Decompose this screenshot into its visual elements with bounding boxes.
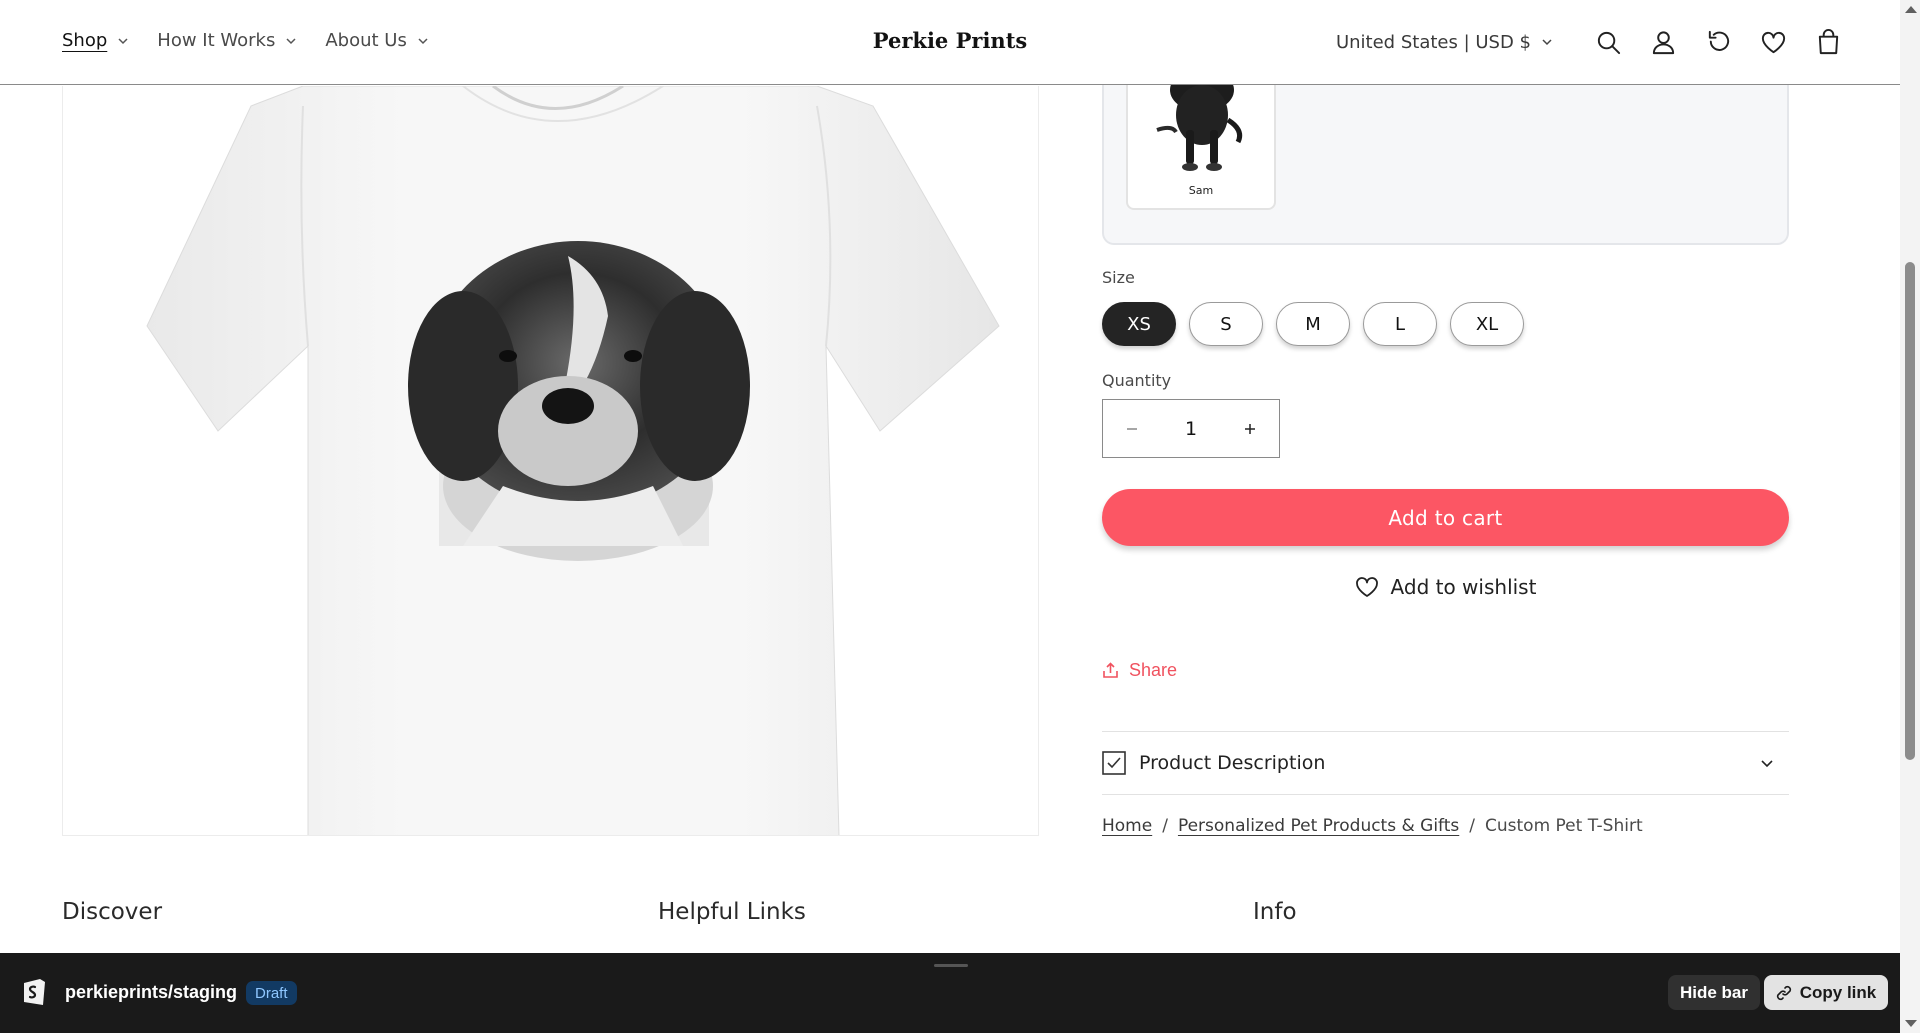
- preview-bar: perkieprints/staging Draft Hide bar Copy…: [0, 953, 1900, 1033]
- chevron-down-icon: [1761, 760, 1773, 768]
- hide-bar-button[interactable]: Hide bar: [1668, 975, 1760, 1010]
- minus-icon: [1127, 427, 1137, 430]
- pet-selector-panel: Sam: [1102, 70, 1789, 245]
- chevron-down-icon: [118, 37, 128, 44]
- drag-handle[interactable]: [934, 964, 968, 967]
- account-button[interactable]: [1636, 22, 1691, 62]
- search-icon: [1597, 31, 1621, 54]
- status-badge: Draft: [246, 981, 297, 1005]
- currency-label: United States | USD $: [1335, 31, 1531, 53]
- breadcrumb-current: Custom Pet T-Shirt: [1485, 816, 1643, 836]
- checkbox-icon: [1102, 751, 1126, 775]
- scroll-thumb[interactable]: [1905, 262, 1915, 760]
- size-option-xl[interactable]: XL: [1450, 302, 1524, 346]
- copy-link-button[interactable]: Copy link: [1764, 975, 1888, 1010]
- site-header: Shop How It Works About Us Perkie Prints…: [0, 0, 1900, 85]
- quantity-increase-button[interactable]: [1221, 400, 1279, 457]
- size-option-s[interactable]: S: [1189, 302, 1263, 346]
- share-label: Share: [1129, 660, 1178, 680]
- nav-how-it-works[interactable]: How It Works: [157, 30, 297, 51]
- footer-heading-helpful-links[interactable]: Helpful Links: [658, 899, 806, 925]
- account-icon: [1652, 30, 1675, 54]
- breadcrumb-separator: /: [1469, 816, 1475, 836]
- cart-icon: [1818, 28, 1839, 54]
- size-option-l[interactable]: L: [1363, 302, 1437, 346]
- store-name: perkieprints/staging: [65, 982, 238, 1002]
- page-scrollbar[interactable]: [1900, 0, 1920, 1033]
- search-button[interactable]: [1581, 22, 1636, 62]
- quantity-decrease-button[interactable]: [1103, 400, 1161, 457]
- pet-name: Sam: [1188, 184, 1214, 197]
- copy-link-label: Copy link: [1799, 982, 1877, 1002]
- shopify-logo: [24, 979, 45, 1005]
- quantity-label: Quantity: [1102, 371, 1172, 390]
- footer-heading-discover[interactable]: Discover: [62, 899, 162, 925]
- pet-card[interactable]: Sam: [1126, 70, 1276, 210]
- size-option-m[interactable]: M: [1276, 302, 1350, 346]
- heart-icon: [1761, 31, 1786, 53]
- tshirt-image: [146, 86, 1000, 835]
- breadcrumb: Home / Personalized Pet Products & Gifts…: [1102, 816, 1643, 836]
- chevron-down-icon: [418, 37, 428, 44]
- add-to-wishlist-button[interactable]: Add to wishlist: [1102, 572, 1789, 602]
- main-nav: Shop How It Works About Us: [62, 30, 457, 51]
- link-icon: [1776, 985, 1791, 1000]
- nav-about-us[interactable]: About Us: [325, 30, 429, 51]
- product-description-label: Product Description: [1139, 752, 1326, 774]
- share-button[interactable]: Share: [1102, 660, 1177, 681]
- add-to-cart-button[interactable]: Add to cart: [1102, 489, 1789, 546]
- breadcrumb-separator: /: [1162, 816, 1168, 836]
- reorder-icon: [1708, 30, 1730, 51]
- pet-thumbnail: [1156, 70, 1243, 171]
- breadcrumb-home[interactable]: Home: [1102, 816, 1152, 836]
- share-icon: [1103, 662, 1118, 678]
- size-option-xs[interactable]: XS: [1102, 302, 1176, 346]
- nav-shop-label: Shop: [62, 30, 108, 51]
- cart-button[interactable]: [1801, 22, 1856, 62]
- wishlist-header-button[interactable]: [1746, 22, 1801, 62]
- heart-icon: [1355, 577, 1378, 597]
- size-label: Size: [1102, 268, 1135, 287]
- nav-about-us-label: About Us: [325, 30, 407, 51]
- breadcrumb-collection[interactable]: Personalized Pet Products & Gifts: [1178, 816, 1459, 836]
- chevron-down-icon: [1542, 39, 1552, 46]
- product-description-accordion[interactable]: Product Description: [1102, 731, 1789, 795]
- product-image[interactable]: [62, 86, 1039, 836]
- scroll-up-arrow[interactable]: [1905, 6, 1917, 13]
- header-utilities: United States | USD $: [1336, 22, 1900, 62]
- quantity-stepper: 1: [1102, 399, 1280, 458]
- plus-icon: [1245, 423, 1255, 434]
- nav-how-it-works-label: How It Works: [157, 30, 276, 51]
- chevron-down-icon: [286, 37, 296, 44]
- footer-heading-info[interactable]: Info: [1253, 899, 1297, 925]
- nav-shop[interactable]: Shop: [62, 30, 129, 51]
- add-to-wishlist-label: Add to wishlist: [1390, 575, 1537, 599]
- quantity-input[interactable]: 1: [1161, 418, 1221, 440]
- size-options: XS S M L XL: [1102, 302, 1537, 346]
- scroll-down-arrow[interactable]: [1905, 1020, 1917, 1027]
- reorder-button[interactable]: [1691, 22, 1746, 62]
- currency-selector[interactable]: United States | USD $: [1336, 32, 1553, 53]
